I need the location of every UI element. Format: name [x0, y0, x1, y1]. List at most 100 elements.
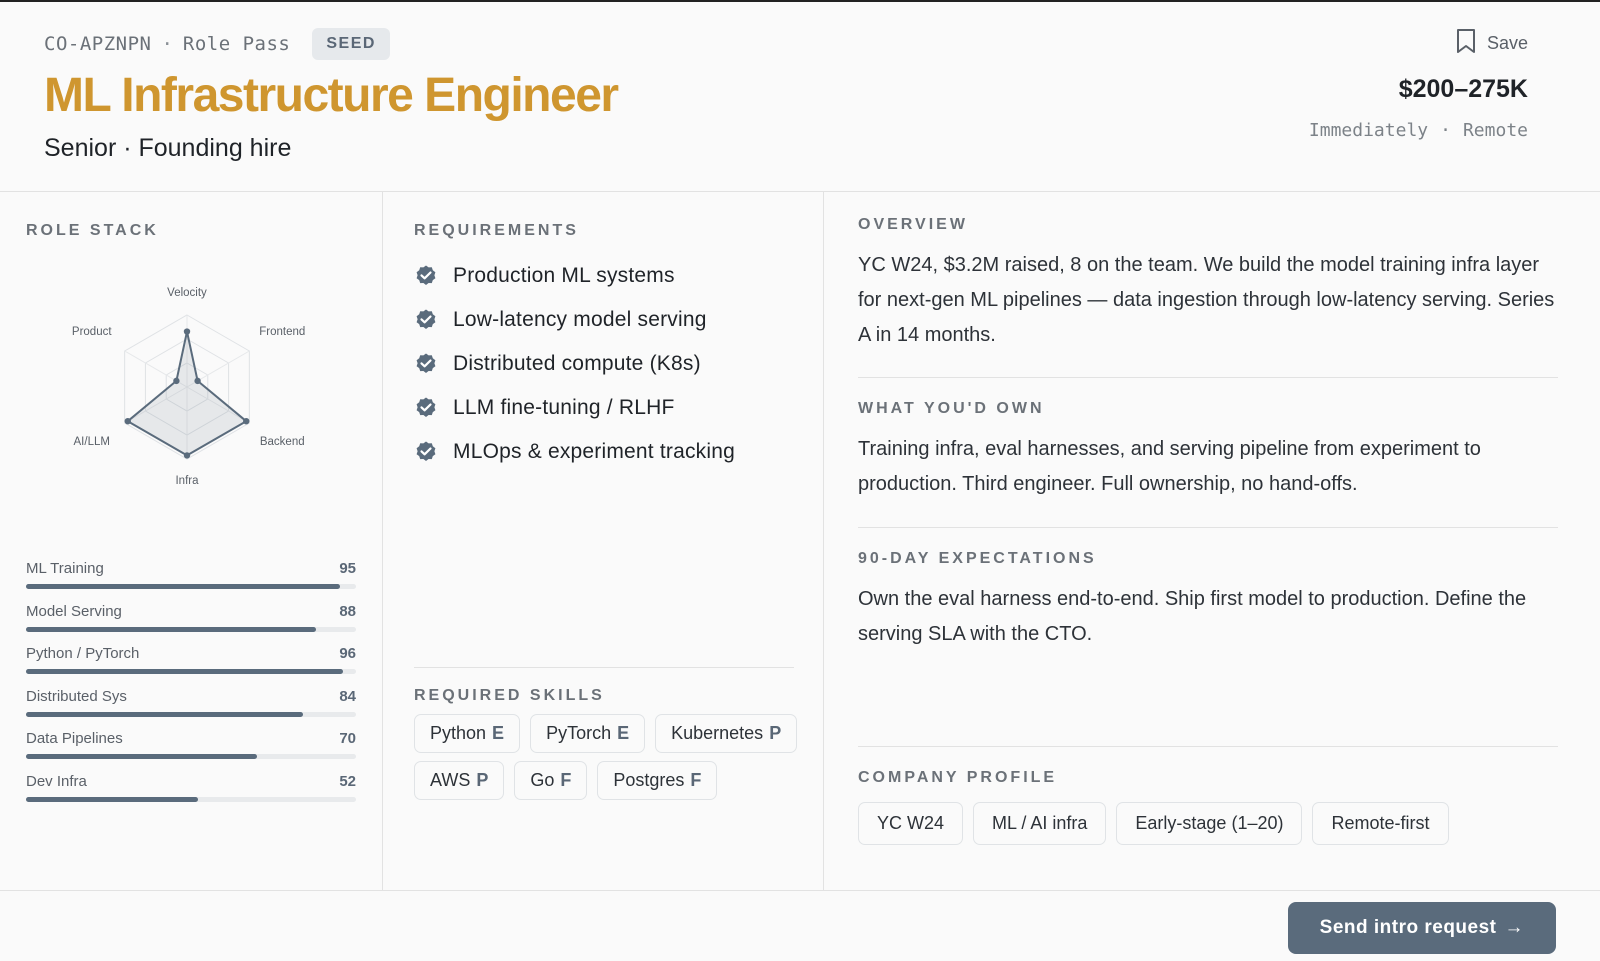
skill-chip-name: Postgres	[613, 770, 685, 790]
requirement-text: MLOps & experiment tracking	[453, 440, 736, 463]
role-header: CO-APZNPN · Role Pass SEED ML Infrastruc…	[0, 2, 1600, 192]
requirement-text: LLM fine-tuning / RLHF	[453, 396, 675, 419]
radar-axis-label: AI/LLM	[73, 436, 110, 448]
skill-bar-track	[26, 754, 356, 760]
company-profile-tags: YC W24 ML / AI infra Early-stage (1–20) Rem…	[858, 802, 1449, 845]
skill-bar-fill	[26, 711, 304, 717]
skill-bar-head: Data Pipelines 70	[26, 730, 356, 747]
skill-name: Python / PyTorch	[26, 645, 140, 663]
skill-score: 95	[339, 560, 356, 577]
divider	[858, 377, 1558, 378]
requirements-list: Production ML systems Low-latency model s…	[414, 254, 735, 474]
verified-check-icon	[414, 308, 438, 332]
job-subtitle: Senior · Founding hire	[44, 134, 292, 162]
skill-chip[interactable]: Postgres F	[597, 761, 718, 800]
skill-bar-head: ML Training 95	[26, 560, 356, 577]
skill-bar-fill	[26, 626, 317, 632]
skill-chip[interactable]: AWS P	[414, 761, 505, 800]
bookmark-icon	[1455, 28, 1477, 59]
radar-data-point	[243, 418, 250, 425]
skill-name: Distributed Sys	[26, 687, 127, 705]
skill-bar-fill	[26, 796, 198, 802]
skill-chip-level: P	[769, 723, 782, 743]
skill-chip-level: P	[476, 770, 489, 790]
skill-chip-name: Python	[430, 723, 487, 743]
arrow-right-icon: →	[1504, 917, 1524, 938]
skill-chip-name: Go	[530, 770, 555, 790]
verified-check-icon	[414, 396, 438, 420]
skill-name: Dev Infra	[26, 772, 87, 790]
skill-name: ML Training	[26, 560, 104, 577]
radar-axis-label: Velocity	[167, 287, 207, 299]
requirements-label: REQUIREMENTS	[414, 222, 579, 239]
verified-check-icon	[414, 352, 438, 376]
role-stack-panel: ROLE STACK Velocity Frontend Backend Infra A…	[0, 192, 383, 890]
verified-check-icon	[414, 440, 438, 464]
company-profile-tag: Early-stage (1–20)	[1116, 802, 1303, 845]
skill-chip[interactable]: Go F	[514, 761, 588, 800]
requirement-text: Distributed compute (K8s)	[453, 352, 701, 375]
radar-data-point	[173, 377, 180, 385]
ownership-text: Training infra, eval harnesses, and serv…	[858, 438, 1481, 495]
skill-chip-name: PyTorch	[546, 723, 612, 743]
verified-check-icon	[414, 264, 438, 288]
skill-bar-row: Python / PyTorch 96	[26, 645, 356, 688]
radar-data-point	[124, 418, 131, 425]
role-code: CO-APZNPN	[44, 33, 152, 55]
job-title: ML Infrastructure Engineer	[44, 69, 619, 122]
requirement-text: Low-latency model serving	[453, 308, 707, 331]
company-profile-label: COMPANY PROFILE	[858, 769, 1058, 786]
divider	[858, 527, 1558, 528]
skill-bar-track	[26, 711, 356, 717]
skill-score: 84	[339, 687, 356, 705]
save-label: Save	[1486, 33, 1528, 53]
skill-bar-fill	[26, 584, 340, 589]
save-button[interactable]: Save	[1455, 28, 1528, 59]
skill-chip[interactable]: PyTorch E	[530, 714, 646, 753]
expectations-label: 90-DAY EXPECTATIONS	[858, 550, 1097, 567]
skill-bar-track	[26, 669, 356, 675]
pass-type: Role Pass	[182, 33, 291, 55]
ownership-section: WHAT YOU'D OWN Training infra, eval harn…	[858, 400, 1558, 502]
role-stack-radar: Velocity Frontend Backend Infra AI/LLM Produc…	[60, 252, 320, 492]
skill-score: 52	[339, 772, 356, 790]
divider	[414, 667, 794, 668]
skill-bar-fill	[26, 669, 343, 675]
radar-data-point	[183, 328, 191, 335]
skill-chip-name: Kubernetes	[671, 723, 764, 743]
availability-separator: ·	[1440, 120, 1451, 141]
skill-chip[interactable]: Kubernetes P	[655, 714, 798, 753]
skill-name: Model Serving	[26, 602, 122, 620]
skill-name: Data Pipelines	[26, 730, 123, 748]
skill-bar-head: Python / PyTorch 96	[26, 645, 356, 662]
meta-row: CO-APZNPN · Role Pass SEED	[44, 28, 390, 60]
overview-label: OVERVIEW	[858, 216, 968, 233]
ownership-label: WHAT YOU'D OWN	[858, 400, 1045, 417]
cta-label: Send intro request	[1319, 917, 1497, 938]
company-profile-tag: Remote-first	[1312, 802, 1449, 845]
meta-separator: ·	[161, 33, 173, 55]
start-date: Immediately	[1308, 120, 1429, 141]
radar-axis-label: Product	[71, 326, 112, 338]
company-profile-section: COMPANY PROFILE	[858, 769, 1558, 801]
availability: Immediately · Remote	[1309, 120, 1528, 141]
skill-bar-row: Dev Infra 52	[26, 773, 356, 816]
requirement-item: Low-latency model serving	[414, 298, 735, 342]
skill-chip[interactable]: Python E	[414, 714, 521, 753]
skill-score: 88	[339, 602, 356, 620]
requirement-item: Production ML systems	[414, 254, 735, 298]
skill-bar-head: Dev Infra 52	[26, 773, 356, 790]
skill-chip-name: AWS	[430, 770, 471, 790]
skill-bars: ML Training 95 Model Serving 88 Python / PyT…	[26, 560, 356, 816]
salary-range: $200–275K	[1398, 75, 1528, 103]
requirement-item: MLOps & experiment tracking	[414, 430, 735, 474]
skill-chip-level: E	[492, 723, 505, 743]
skill-chip-level: F	[560, 770, 572, 790]
required-skills-list: Python E PyTorch E Kubernetes P AWS P Go F Postgre…	[414, 714, 804, 800]
footer-bar: Send intro request →	[0, 890, 1600, 961]
work-location: Remote	[1462, 120, 1528, 141]
requirement-item: Distributed compute (K8s)	[414, 342, 735, 386]
send-intro-request-button[interactable]: Send intro request →	[1287, 902, 1556, 954]
requirement-item: LLM fine-tuning / RLHF	[414, 386, 735, 430]
radar-data-point	[183, 452, 191, 459]
